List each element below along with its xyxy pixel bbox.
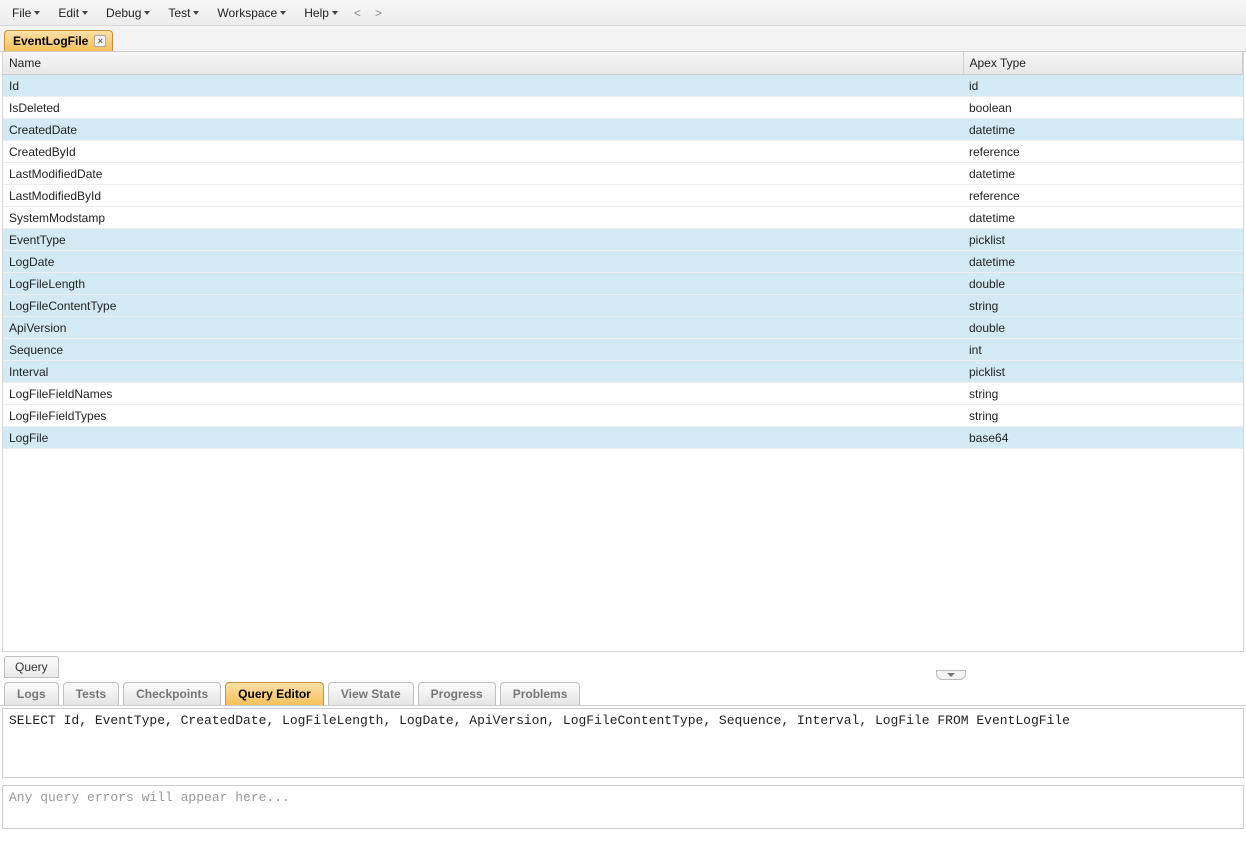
table-row[interactable]: Idid	[3, 75, 1243, 97]
field-type-cell: string	[963, 383, 1243, 405]
query-editor-input[interactable]	[2, 708, 1244, 778]
field-name-cell: LogFileFieldNames	[3, 383, 963, 405]
table-row[interactable]: LogFileFieldNamesstring	[3, 383, 1243, 405]
fields-table-wrap[interactable]: Name Apex Type IdidIsDeletedbooleanCreat…	[2, 52, 1244, 652]
field-type-cell: double	[963, 273, 1243, 295]
tab-label: EventLogFile	[13, 34, 88, 48]
menu-workspace-label: Workspace	[217, 6, 277, 20]
field-name-cell: LogFileFieldTypes	[3, 405, 963, 427]
field-name-cell: CreatedDate	[3, 119, 963, 141]
panel-resize-handle[interactable]	[936, 670, 966, 680]
col-header-name[interactable]: Name	[3, 52, 963, 75]
menu-test[interactable]: Test	[160, 3, 207, 23]
field-name-cell: SystemModstamp	[3, 207, 963, 229]
fields-table: Name Apex Type IdidIsDeletedbooleanCreat…	[3, 52, 1243, 449]
bottom-tabstrip: Logs Tests Checkpoints Query Editor View…	[0, 678, 1246, 706]
field-name-cell: Sequence	[3, 339, 963, 361]
tab-logs[interactable]: Logs	[4, 682, 59, 705]
tab-progress[interactable]: Progress	[418, 682, 496, 705]
nav-forward-button[interactable]: >	[369, 3, 388, 23]
nav-back-button[interactable]: <	[348, 3, 367, 23]
field-name-cell: LastModifiedById	[3, 185, 963, 207]
menu-debug-label: Debug	[106, 6, 141, 20]
chevron-down-icon	[947, 673, 955, 677]
field-type-cell: reference	[963, 141, 1243, 163]
field-type-cell: string	[963, 405, 1243, 427]
field-type-cell: string	[963, 295, 1243, 317]
menubar: File Edit Debug Test Workspace Help < >	[0, 0, 1246, 26]
table-row[interactable]: CreatedByIdreference	[3, 141, 1243, 163]
tab-query-editor[interactable]: Query Editor	[225, 682, 324, 705]
table-row[interactable]: EventTypepicklist	[3, 229, 1243, 251]
field-name-cell: EventType	[3, 229, 963, 251]
field-type-cell: datetime	[963, 163, 1243, 185]
field-name-cell: LogFileContentType	[3, 295, 963, 317]
close-icon[interactable]: ×	[94, 35, 106, 47]
caret-icon	[193, 11, 199, 15]
table-row[interactable]: LogFileFieldTypesstring	[3, 405, 1243, 427]
field-type-cell: reference	[963, 185, 1243, 207]
table-row[interactable]: LogDatedatetime	[3, 251, 1243, 273]
table-header-row: Name Apex Type	[3, 52, 1243, 75]
field-name-cell: Id	[3, 75, 963, 97]
table-row[interactable]: LogFilebase64	[3, 427, 1243, 449]
table-row[interactable]: Sequenceint	[3, 339, 1243, 361]
menu-edit-label: Edit	[58, 6, 79, 20]
table-row[interactable]: LogFileContentTypestring	[3, 295, 1243, 317]
col-header-apex-type[interactable]: Apex Type	[963, 52, 1243, 75]
field-type-cell: datetime	[963, 119, 1243, 141]
table-row[interactable]: Intervalpicklist	[3, 361, 1243, 383]
field-name-cell: LastModifiedDate	[3, 163, 963, 185]
table-row[interactable]: LogFileLengthdouble	[3, 273, 1243, 295]
menu-debug[interactable]: Debug	[98, 3, 158, 23]
tab-view-state[interactable]: View State	[328, 682, 414, 705]
field-type-cell: base64	[963, 427, 1243, 449]
query-errors-panel: Any query errors will appear here...	[2, 785, 1244, 829]
menu-help-label: Help	[304, 6, 329, 20]
caret-icon	[332, 11, 338, 15]
menu-edit[interactable]: Edit	[50, 3, 96, 23]
field-name-cell: LogFile	[3, 427, 963, 449]
tab-problems[interactable]: Problems	[500, 682, 581, 705]
menu-file-label: File	[12, 6, 31, 20]
field-type-cell: id	[963, 75, 1243, 97]
field-type-cell: boolean	[963, 97, 1243, 119]
query-bar: Query	[0, 652, 1246, 678]
table-row[interactable]: LastModifiedDatedatetime	[3, 163, 1243, 185]
top-tabstrip: EventLogFile ×	[0, 26, 1246, 52]
field-type-cell: int	[963, 339, 1243, 361]
field-type-cell: datetime	[963, 207, 1243, 229]
field-type-cell: picklist	[963, 361, 1243, 383]
field-name-cell: Interval	[3, 361, 963, 383]
field-name-cell: LogDate	[3, 251, 963, 273]
tab-tests[interactable]: Tests	[63, 682, 119, 705]
table-row[interactable]: SystemModstampdatetime	[3, 207, 1243, 229]
field-type-cell: datetime	[963, 251, 1243, 273]
menu-file[interactable]: File	[4, 3, 48, 23]
caret-icon	[82, 11, 88, 15]
field-name-cell: IsDeleted	[3, 97, 963, 119]
field-name-cell: ApiVersion	[3, 317, 963, 339]
table-row[interactable]: IsDeletedboolean	[3, 97, 1243, 119]
menu-workspace[interactable]: Workspace	[209, 3, 294, 23]
field-type-cell: double	[963, 317, 1243, 339]
tab-checkpoints[interactable]: Checkpoints	[123, 682, 221, 705]
menu-test-label: Test	[168, 6, 190, 20]
menu-help[interactable]: Help	[296, 3, 346, 23]
field-name-cell: CreatedById	[3, 141, 963, 163]
table-row[interactable]: CreatedDatedatetime	[3, 119, 1243, 141]
tab-eventlogfile[interactable]: EventLogFile ×	[4, 30, 113, 51]
caret-icon	[280, 11, 286, 15]
field-name-cell: LogFileLength	[3, 273, 963, 295]
caret-icon	[144, 11, 150, 15]
table-row[interactable]: ApiVersiondouble	[3, 317, 1243, 339]
field-type-cell: picklist	[963, 229, 1243, 251]
table-row[interactable]: LastModifiedByIdreference	[3, 185, 1243, 207]
query-button[interactable]: Query	[4, 656, 59, 678]
caret-icon	[34, 11, 40, 15]
